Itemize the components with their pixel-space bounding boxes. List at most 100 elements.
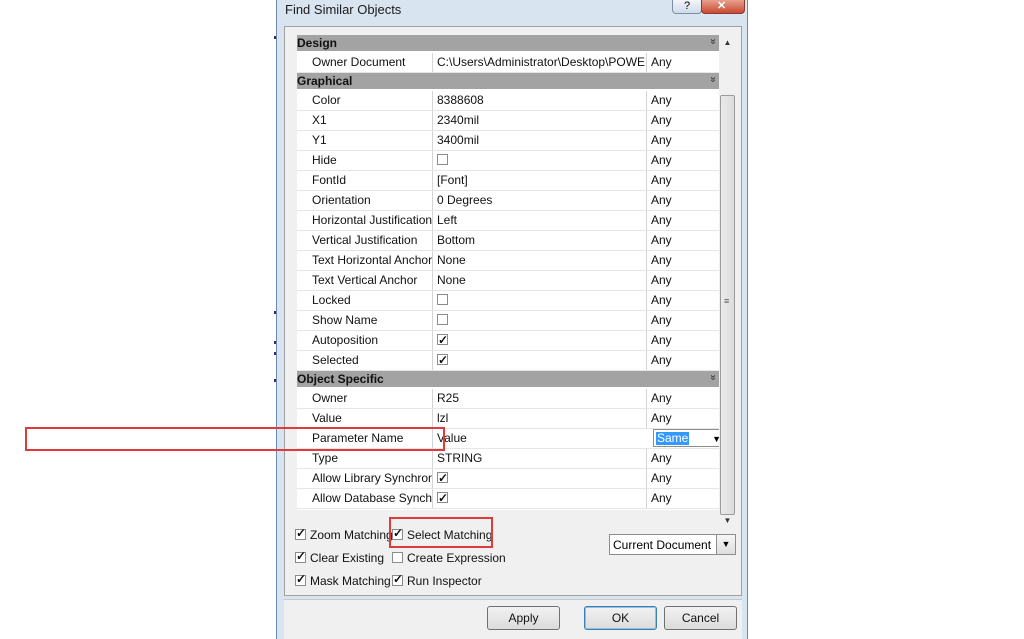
property-name: Text Vertical Anchor	[312, 273, 418, 287]
property-row: Y1 3400mil Any	[297, 131, 719, 151]
match-kind[interactable]: Any	[646, 131, 719, 150]
match-kind[interactable]: Any	[646, 489, 719, 508]
create-expression-checkbox[interactable]: Create Expression	[392, 551, 506, 567]
category-label: Design	[297, 36, 338, 50]
close-icon[interactable]	[701, 0, 745, 14]
match-kind[interactable]: Any	[646, 191, 719, 210]
run-inspector-checkbox[interactable]: Run Inspector	[392, 572, 482, 590]
property-name: Type	[312, 451, 339, 465]
row-divider	[297, 508, 719, 509]
match-kind[interactable]: Any	[646, 211, 719, 230]
scope-dropdown[interactable]: Current Document ▼	[609, 534, 736, 555]
match-kind[interactable]: Any	[646, 251, 719, 270]
property-value: Left	[432, 211, 646, 230]
property-value: None	[432, 271, 646, 290]
property-name: Horizontal Justification	[312, 213, 432, 227]
checkbox[interactable]	[392, 552, 403, 563]
value-checkbox	[437, 314, 448, 325]
property-row: Show Name Any	[297, 311, 719, 331]
property-row: Autoposition Any	[297, 331, 719, 351]
property-name: Orientation	[312, 193, 371, 207]
highlight-box-parameter-name	[25, 427, 445, 451]
collapse-chevron-icon[interactable]: »	[708, 375, 719, 381]
property-value: lzl	[432, 409, 646, 428]
zoom-matching-checkbox[interactable]: Zoom Matching	[295, 526, 393, 544]
property-value	[432, 151, 646, 170]
match-kind[interactable]: Any	[646, 151, 719, 170]
checkbox[interactable]	[295, 526, 306, 540]
property-row: X1 2340mil Any	[297, 111, 719, 131]
property-name: Y1	[312, 133, 327, 147]
scroll-down-icon[interactable]: ▼	[719, 513, 736, 529]
category-header[interactable]: Object Specific »	[297, 371, 719, 387]
match-kind[interactable]: Any	[646, 91, 719, 110]
property-row: Owner R25 Any	[297, 389, 719, 409]
match-kind[interactable]: Any	[646, 231, 719, 250]
match-kind-dropdown[interactable]: Same ▼	[653, 429, 719, 447]
property-row: Color 8388608 Any	[297, 91, 719, 111]
property-value: C:\Users\Administrator\Desktop\POWER.Sc	[432, 53, 646, 72]
category-label: Graphical	[297, 74, 353, 88]
cancel-button[interactable]: Cancel	[664, 606, 737, 630]
scroll-up-icon[interactable]: ▲	[719, 35, 736, 51]
property-value: 8388608	[432, 91, 646, 110]
property-value: R25	[432, 389, 646, 408]
property-name: Allow Library Synchronization	[312, 471, 432, 485]
match-kind[interactable]: Any	[646, 351, 719, 370]
match-kind[interactable]: Any	[646, 409, 719, 428]
property-value	[432, 291, 646, 310]
clear-existing-checkbox[interactable]: Clear Existing	[295, 549, 384, 567]
property-row: Hide Any	[297, 151, 719, 171]
apply-button[interactable]: Apply	[487, 606, 560, 630]
help-button[interactable]: ?	[672, 0, 702, 14]
vertical-scrollbar[interactable]: ▲ ≡ ▼	[719, 35, 736, 529]
option-label: Zoom Matching	[310, 528, 393, 542]
match-kind[interactable]: Any	[646, 111, 719, 130]
value-checkbox	[437, 351, 448, 370]
property-row: Locked Any	[297, 291, 719, 311]
match-kind[interactable]: Any	[646, 271, 719, 290]
match-kind[interactable]: Any	[646, 469, 719, 488]
property-name: Hide	[312, 153, 337, 167]
property-row: Allow Database Synchronization Any	[297, 489, 719, 509]
collapse-chevron-icon[interactable]: »	[708, 77, 719, 83]
checkbox[interactable]	[295, 549, 306, 563]
property-row: Type STRING Any	[297, 449, 719, 469]
match-kind[interactable]: Any	[646, 291, 719, 310]
property-name: Autoposition	[312, 333, 379, 347]
collapse-chevron-icon[interactable]: »	[708, 39, 719, 45]
ok-button[interactable]: OK	[584, 606, 657, 630]
mask-matching-checkbox[interactable]: Mask Matching	[295, 572, 391, 590]
category-header[interactable]: Design »	[297, 35, 719, 51]
property-value	[432, 469, 646, 488]
property-row: Selected Any	[297, 351, 719, 371]
property-name: X1	[312, 113, 327, 127]
checkbox[interactable]	[295, 572, 306, 586]
category-header[interactable]: Graphical »	[297, 73, 719, 89]
property-row: Value lzl Any	[297, 409, 719, 429]
match-kind[interactable]: Any	[646, 389, 719, 408]
property-value	[432, 331, 646, 350]
match-kind-value: Same	[656, 431, 690, 445]
match-kind[interactable]: Any	[646, 449, 719, 468]
property-name: Locked	[312, 293, 351, 307]
chevron-down-icon[interactable]: ▼	[716, 535, 735, 554]
chevron-down-icon[interactable]: ▼	[712, 434, 719, 444]
option-label: Run Inspector	[407, 574, 482, 588]
scrollbar-thumb[interactable]: ≡	[720, 95, 735, 515]
match-kind[interactable]: Any	[646, 53, 719, 72]
dialog-client-area: Design » Owner Document C:\Users\Administra…	[284, 26, 742, 596]
checkbox[interactable]	[392, 572, 403, 586]
property-name: Color	[312, 93, 341, 107]
match-kind[interactable]: Any	[646, 331, 719, 350]
property-value: 3400mil	[432, 131, 646, 150]
grip-icon: ≡	[724, 296, 730, 306]
match-kind[interactable]: Any	[646, 171, 719, 190]
property-value	[432, 351, 646, 370]
option-label: Create Expression	[407, 551, 506, 565]
value-checkbox	[437, 154, 448, 165]
match-kind[interactable]: Any	[646, 311, 719, 330]
title-bar: Find Similar Objects ?	[277, 0, 747, 22]
property-value: STRING	[432, 449, 646, 468]
value-checkbox	[437, 331, 448, 350]
